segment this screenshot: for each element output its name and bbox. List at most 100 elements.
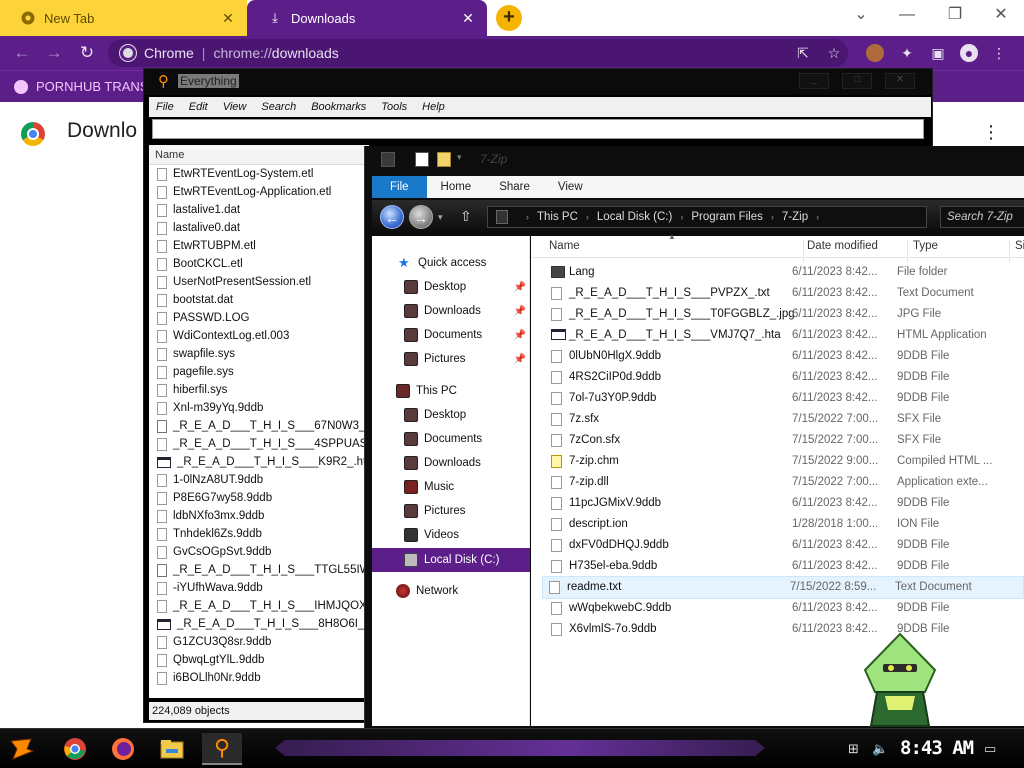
column-header-date[interactable]: Date modified	[807, 240, 878, 252]
list-item[interactable]: _R_E_A_D___T_H_I_S___K9R2_.hta	[149, 453, 369, 471]
list-item[interactable]: ldbNXfo3mx.9ddb	[149, 507, 369, 525]
close-window-button[interactable]: ✕	[885, 73, 915, 89]
table-row[interactable]: wWqbekwebC.9ddb 6/11/2023 8:42... 9DDB Fil…	[545, 598, 1024, 619]
list-item[interactable]: UserNotPresentSession.etl	[149, 273, 369, 291]
table-row[interactable]: 7zCon.sfx 7/15/2022 7:00... SFX File	[545, 430, 1024, 451]
list-item[interactable]: EtwRTUBPM.etl	[149, 237, 369, 255]
nav-item-videos[interactable]: Videos	[372, 524, 530, 546]
menu-tools[interactable]: Tools	[381, 101, 407, 113]
ribbon-tab-home[interactable]: Home	[427, 176, 486, 198]
list-item[interactable]: hiberfil.sys	[149, 381, 369, 399]
window-titlebar[interactable]: ⚲ Everything _ □ ✕	[144, 69, 932, 95]
menu-search[interactable]: Search	[261, 101, 296, 113]
nav-item-desktop[interactable]: Desktop	[372, 404, 530, 426]
list-item[interactable]: swapfile.sys	[149, 345, 369, 363]
nav-item-music[interactable]: Music	[372, 476, 530, 498]
ribbon-tab-share[interactable]: Share	[485, 176, 544, 198]
table-row[interactable]: _R_E_A_D___T_H_I_S___PVPZX_.txt 6/11/2023…	[545, 283, 1024, 304]
table-row[interactable]: readme.txt 7/15/2022 8:59... Text Document	[542, 576, 1024, 599]
restore-button[interactable]: ❐	[932, 0, 978, 32]
breadcrumb-item[interactable]: Program Files	[691, 211, 763, 223]
volume-icon[interactable]: 🔈	[872, 741, 888, 757]
list-item[interactable]: _R_E_A_D___T_H_I_S___TTGL55IW_.jp	[149, 561, 369, 579]
nav-item-pictures[interactable]: Pictures 📌	[372, 348, 530, 370]
list-item[interactable]: _R_E_A_D___T_H_I_S___IHMJQOX_.tx	[149, 597, 369, 615]
column-divider[interactable]	[1009, 240, 1010, 262]
properties-icon[interactable]	[415, 152, 429, 167]
close-tab-icon[interactable]: ✕	[219, 10, 237, 27]
column-header-name[interactable]: Name	[549, 240, 580, 252]
list-item[interactable]: lastalive0.dat	[149, 219, 369, 237]
list-item[interactable]: EtwRTEventLog-Application.etl	[149, 183, 369, 201]
kebab-menu-icon[interactable]: ⋮	[990, 44, 1008, 62]
column-header-name[interactable]: Name	[149, 145, 369, 165]
forward-button[interactable]: →	[44, 43, 64, 63]
profile-avatar-icon[interactable]: ●	[960, 44, 978, 62]
list-item[interactable]: Xnl-m39yYq.9ddb	[149, 399, 369, 417]
table-row[interactable]: 11pcJGMixV.9ddb 6/11/2023 8:42... 9DDB Fil…	[545, 493, 1024, 514]
minimize-button[interactable]: _	[799, 73, 829, 89]
chrome-icon[interactable]	[55, 733, 95, 765]
network-tray-icon[interactable]: ⊞	[848, 741, 859, 757]
list-item[interactable]: _R_E_A_D___T_H_I_S___4SPPUAS9_.t	[149, 435, 369, 453]
list-item[interactable]: EtwRTEventLog-System.etl	[149, 165, 369, 183]
tab-new-tab[interactable]: New Tab ✕	[0, 0, 247, 36]
extensions-puzzle-icon[interactable]: ✦	[898, 44, 916, 62]
list-item[interactable]: WdiContextLog.etl.003	[149, 327, 369, 345]
table-row[interactable]: X6vlmlS-7o.9ddb 6/11/2023 8:42... 9DDB Fil…	[545, 619, 1024, 640]
breadcrumb-item[interactable]: 7-Zip	[782, 211, 808, 223]
table-row[interactable]: 0lUbN0HlgX.9ddb 6/11/2023 8:42... 9DDB Fil…	[545, 346, 1024, 367]
firefox-icon[interactable]	[103, 733, 143, 765]
nav-item-documents[interactable]: Documents	[372, 428, 530, 450]
nav-item-local-disk[interactable]: Local Disk (C:)	[372, 548, 530, 572]
nav-item-downloads[interactable]: Downloads	[372, 452, 530, 474]
reload-button[interactable]: ↻	[77, 43, 97, 63]
nav-this-pc[interactable]: This PC	[372, 380, 530, 402]
new-tab-button[interactable]: +	[496, 5, 522, 31]
table-row[interactable]: _R_E_A_D___T_H_I_S___T0FGGBLZ_.jpg 6/11/2…	[545, 304, 1024, 325]
back-button[interactable]: ←	[12, 43, 32, 63]
chevron-down-icon[interactable]: ▾	[457, 152, 471, 167]
maximize-button[interactable]: □	[842, 73, 872, 89]
ribbon-tab-view[interactable]: View	[544, 176, 597, 198]
column-header-type[interactable]: Type	[913, 240, 938, 252]
side-panel-icon[interactable]: ▣	[929, 44, 947, 62]
list-item[interactable]: _R_E_A_D___T_H_I_S___67N0W3_.jpg	[149, 417, 369, 435]
up-arrow-icon[interactable]: ⇧	[460, 208, 472, 225]
minimize-button[interactable]: —	[884, 0, 930, 32]
back-button[interactable]: ←	[380, 205, 404, 229]
menu-bookmarks[interactable]: Bookmarks	[311, 101, 366, 113]
start-icon[interactable]	[2, 733, 42, 765]
extension-avatar-icon[interactable]	[866, 44, 884, 62]
column-divider[interactable]	[803, 240, 804, 262]
list-item[interactable]: 1-0lNzA8UT.9ddb	[149, 471, 369, 489]
star-icon[interactable]: ☆	[825, 44, 843, 62]
column-header-size[interactable]: Si	[1015, 240, 1024, 252]
recent-locations-chevron-icon[interactable]: ▾	[438, 212, 443, 223]
tab-downloads[interactable]: ⤓ Downloads ✕	[247, 0, 487, 36]
nav-network[interactable]: Network	[372, 580, 530, 602]
breadcrumb-item[interactable]: This PC	[537, 211, 578, 223]
list-item[interactable]: P8E6G7wy58.9ddb	[149, 489, 369, 507]
nav-item-documents[interactable]: Documents 📌	[372, 324, 530, 346]
column-divider[interactable]	[907, 240, 908, 262]
new-folder-icon[interactable]	[437, 152, 451, 167]
file-explorer-icon[interactable]	[152, 733, 192, 765]
everything-icon[interactable]: ⚲	[202, 733, 242, 765]
close-tab-icon[interactable]: ✕	[459, 10, 477, 27]
nav-item-desktop[interactable]: Desktop 📌	[372, 276, 530, 298]
table-row[interactable]: Lang 6/11/2023 8:42... File folder	[545, 262, 1024, 283]
nav-item-downloads[interactable]: Downloads 📌	[372, 300, 530, 322]
address-bar[interactable]: Chrome | chrome:// downloads	[108, 39, 848, 67]
ribbon-tab-file[interactable]: File	[372, 176, 427, 198]
list-item[interactable]: G1ZCU3Q8sr.9ddb	[149, 633, 369, 651]
breadcrumb[interactable]: › This PC › Local Disk (C:) › Program Fi…	[487, 206, 927, 228]
close-window-button[interactable]: ✕	[978, 0, 1024, 32]
table-row[interactable]: descript.ion 1/28/2018 1:00... ION File	[545, 514, 1024, 535]
search-input[interactable]: Search 7-Zip	[940, 206, 1024, 228]
breadcrumb-item[interactable]: Local Disk (C:)	[597, 211, 672, 223]
search-input[interactable]	[152, 119, 924, 139]
list-item[interactable]: QbwqLgtYlL.9ddb	[149, 651, 369, 669]
list-item[interactable]: Tnhdekl6Zs.9ddb	[149, 525, 369, 543]
nav-quick-access[interactable]: ★ Quick access	[372, 252, 530, 274]
